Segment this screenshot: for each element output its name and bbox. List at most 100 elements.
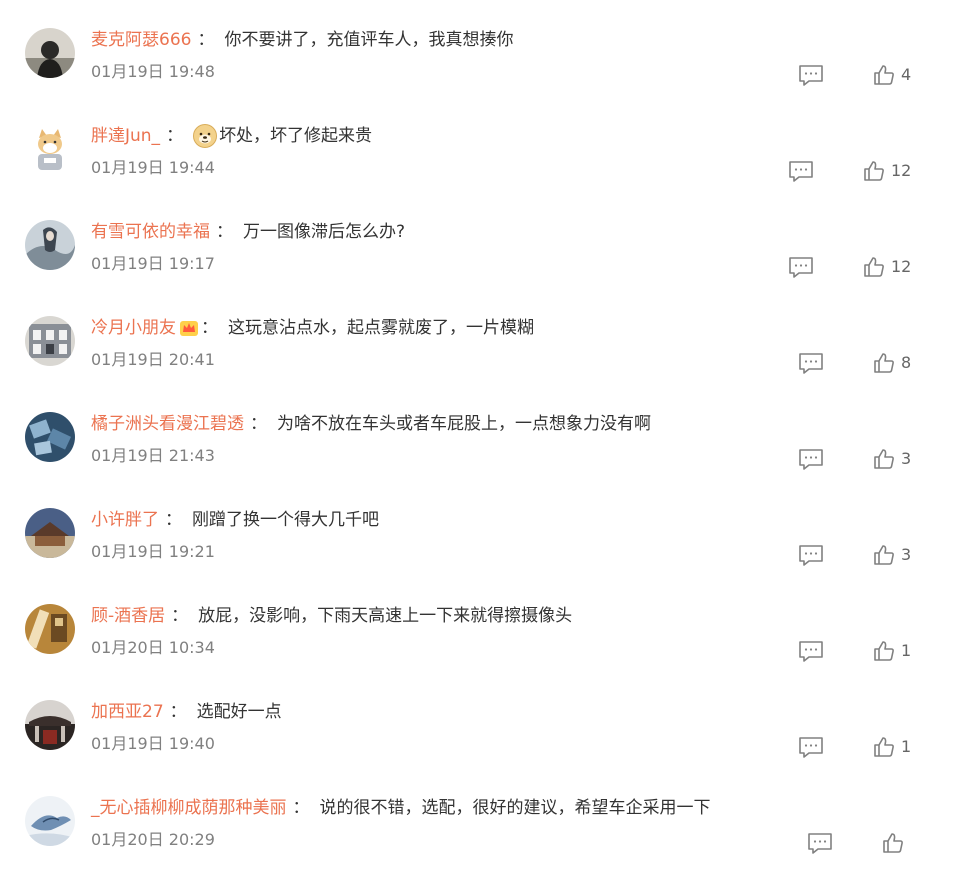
comment-item: 加西亚27 ： 选配好一点 01月19日 19:40 1 xyxy=(0,690,960,786)
like-button[interactable]: 4 xyxy=(873,62,911,88)
thumbs-up-icon xyxy=(874,353,894,373)
crown-badge-icon xyxy=(180,321,198,336)
avatar[interactable] xyxy=(25,508,75,558)
comment-text: 选配好一点 xyxy=(196,702,282,722)
avatar[interactable] xyxy=(25,700,75,750)
like-count: 3 xyxy=(901,545,912,564)
reply-button[interactable] xyxy=(798,640,824,664)
comment-text: 万一图像滞后怎么办? xyxy=(243,222,406,242)
comment-timestamp: 01月19日 19:44 xyxy=(91,158,215,177)
comment-text: 说的很不错，选配，很好的建议，希望车企采用一下 xyxy=(319,798,711,818)
separator: ： xyxy=(250,414,267,434)
username-link[interactable]: _无心插柳柳成荫那种美丽 xyxy=(91,796,287,820)
separator: ： xyxy=(292,798,310,818)
reply-button[interactable] xyxy=(798,64,824,88)
comment-timestamp: 01月20日 10:34 xyxy=(91,638,215,657)
avatar[interactable] xyxy=(25,220,75,270)
comment-item: 小许胖了 ： 刚蹭了换一个得大几千吧 01月19日 19:21 3 xyxy=(0,498,960,594)
reply-button[interactable] xyxy=(807,832,833,856)
reply-button[interactable] xyxy=(788,256,814,280)
separator: ： xyxy=(197,30,215,50)
username-link[interactable]: 胖達Jun_ xyxy=(91,124,160,148)
thumbs-up-icon xyxy=(874,641,894,661)
comment-item: _无心插柳柳成荫那种美丽 ： 说的很不错，选配，很好的建议，希望车企采用一下 0… xyxy=(0,786,960,882)
comment-bubble-icon xyxy=(799,449,823,470)
reply-button[interactable] xyxy=(788,160,814,184)
username-link[interactable]: 冷月小朋友 xyxy=(91,316,176,340)
comment-timestamp: 01月19日 19:21 xyxy=(91,542,215,561)
comment-list: 麦克阿瑟666 ： 你不要讲了，充值评车人，我真想揍你 01月19日 19:48… xyxy=(0,18,960,882)
comment-timestamp: 01月20日 20:29 xyxy=(91,830,215,849)
comment-text: 为啥不放在车头或者车屁股上，一点想象力没有啊 xyxy=(277,414,651,434)
like-count: 8 xyxy=(901,353,912,372)
like-button[interactable] xyxy=(882,830,910,856)
username-link[interactable]: 小许胖了 xyxy=(91,508,159,532)
avatar[interactable] xyxy=(25,124,75,174)
comment-item: 冷月小朋友 ： 这玩意沾点水，起点雾就废了，一片模糊 01月19日 20:41 … xyxy=(0,306,960,402)
comment-timestamp: 01月19日 21:43 xyxy=(91,446,215,465)
separator: ： xyxy=(216,222,233,242)
comment-bubble-icon xyxy=(789,161,813,182)
reply-button[interactable] xyxy=(798,544,824,568)
username-link[interactable]: 橘子洲头看漫江碧透 xyxy=(91,412,244,436)
comment-bubble-icon xyxy=(799,545,823,566)
thumbs-up-icon xyxy=(874,737,894,757)
like-button[interactable]: 3 xyxy=(873,446,911,472)
like-count: 3 xyxy=(901,449,912,468)
reply-button[interactable] xyxy=(798,352,824,376)
like-count: 4 xyxy=(901,65,912,84)
avatar[interactable] xyxy=(25,316,75,366)
avatar[interactable] xyxy=(25,412,75,462)
like-button[interactable]: 1 xyxy=(873,638,911,664)
like-count: 1 xyxy=(901,641,912,660)
username-link[interactable]: 顾-酒香居 xyxy=(91,604,165,628)
comment-item: 胖達Jun_ ： 坏处，坏了修起来贵 01月19日 19:44 12 xyxy=(0,114,960,210)
separator: ： xyxy=(201,318,218,338)
comment-item: 橘子洲头看漫江碧透 ： 为啥不放在车头或者车屁股上，一点想象力没有啊 01月19… xyxy=(0,402,960,498)
thumbs-up-icon xyxy=(874,545,894,565)
like-count: 12 xyxy=(891,257,912,276)
separator: ： xyxy=(165,510,182,530)
comment-timestamp: 01月19日 19:17 xyxy=(91,254,215,273)
comment-text: 刚蹭了换一个得大几千吧 xyxy=(192,510,379,530)
thumbs-up-icon xyxy=(883,833,903,853)
separator: ： xyxy=(169,702,187,722)
thumbs-up-icon xyxy=(864,161,884,181)
separator: ： xyxy=(166,126,184,146)
thumbs-up-icon xyxy=(874,65,894,85)
like-button[interactable]: 8 xyxy=(873,350,911,376)
comment-timestamp: 01月19日 19:40 xyxy=(91,734,215,753)
comment-text: 坏处，坏了修起来贵 xyxy=(219,126,373,146)
like-button[interactable]: 3 xyxy=(873,542,911,568)
comment-bubble-icon xyxy=(799,353,823,374)
comment-item: 麦克阿瑟666 ： 你不要讲了，充值评车人，我真想揍你 01月19日 19:48… xyxy=(0,18,960,114)
comment-item: 顾-酒香居 ： 放屁，没影响，下雨天高速上一下来就得擦摄像头 01月20日 10… xyxy=(0,594,960,690)
like-count: 12 xyxy=(891,161,912,180)
avatar[interactable] xyxy=(25,796,75,846)
comment-bubble-icon xyxy=(799,737,823,758)
separator: ： xyxy=(171,606,189,626)
like-button[interactable]: 12 xyxy=(863,158,911,184)
like-button[interactable]: 1 xyxy=(873,734,911,760)
reply-button[interactable] xyxy=(798,736,824,760)
comment-text: 这玩意沾点水，起点雾就废了，一片模糊 xyxy=(228,318,534,338)
comment-timestamp: 01月19日 20:41 xyxy=(91,350,215,369)
comment-bubble-icon xyxy=(789,257,813,278)
username-link[interactable]: 加西亚27 xyxy=(91,700,164,724)
reply-button[interactable] xyxy=(798,448,824,472)
thumbs-up-icon xyxy=(864,257,884,277)
like-count: 1 xyxy=(901,737,912,756)
comment-item: 有雪可依的幸福 ： 万一图像滞后怎么办? 01月19日 19:17 12 xyxy=(0,210,960,306)
username-link[interactable]: 有雪可依的幸福 xyxy=(91,220,210,244)
comment-text: 你不要讲了，充值评车人，我真想揍你 xyxy=(224,30,514,50)
comment-bubble-icon xyxy=(799,65,823,86)
avatar[interactable] xyxy=(25,28,75,78)
comment-timestamp: 01月19日 19:48 xyxy=(91,62,215,81)
avatar[interactable] xyxy=(25,604,75,654)
username-link[interactable]: 麦克阿瑟666 xyxy=(91,28,191,52)
comment-bubble-icon xyxy=(799,641,823,662)
doge-emoji-icon xyxy=(193,124,218,148)
like-button[interactable]: 12 xyxy=(863,254,911,280)
comment-bubble-icon xyxy=(808,833,832,854)
thumbs-up-icon xyxy=(874,449,894,469)
